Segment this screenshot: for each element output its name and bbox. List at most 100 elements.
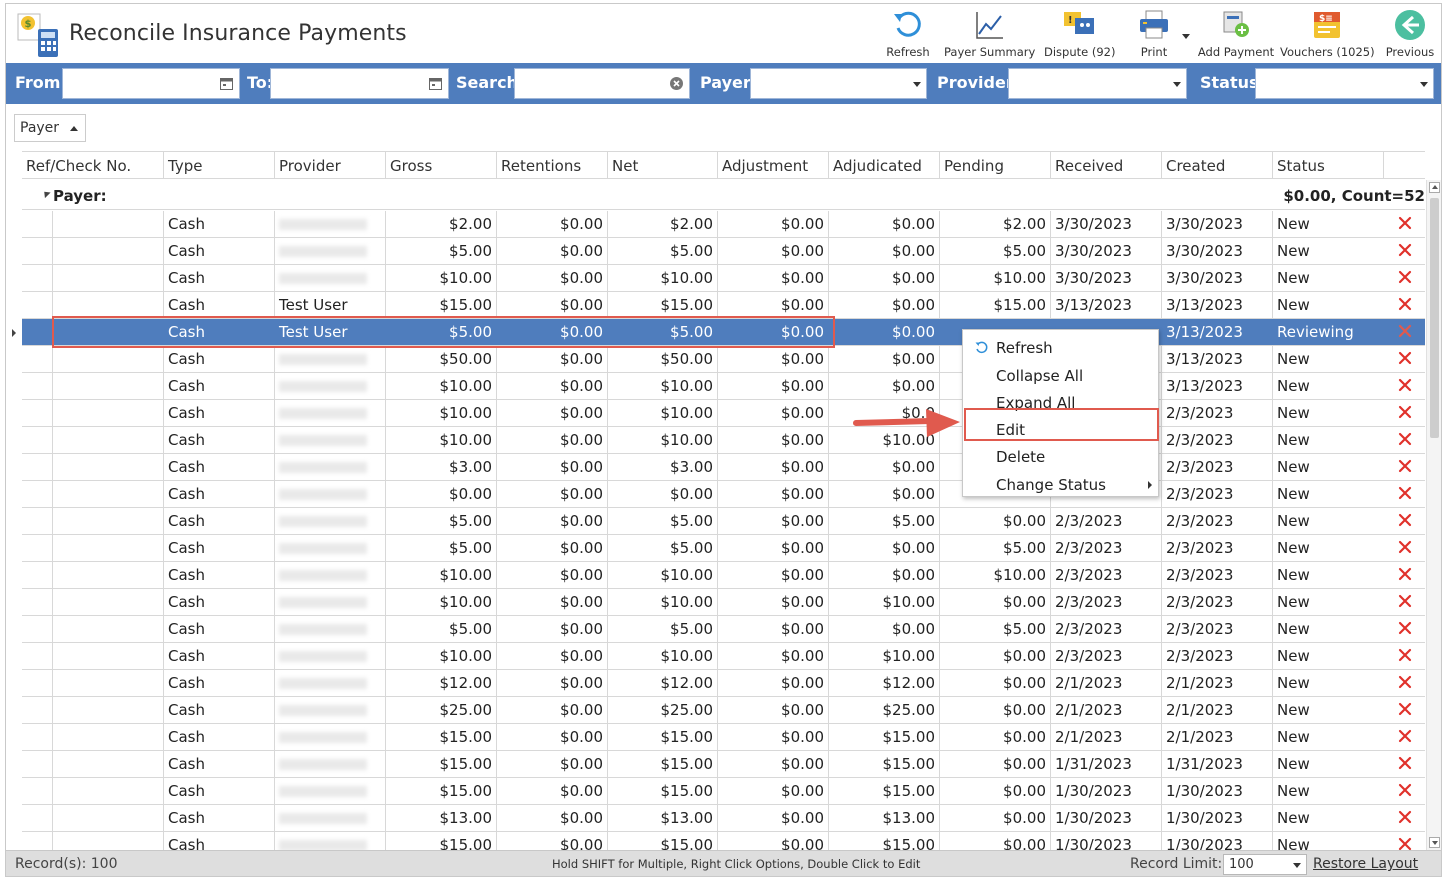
previous-button[interactable]: Previous — [1384, 4, 1436, 62]
column-header-adjud[interactable]: Adjudicated — [828, 152, 939, 179]
provider-select[interactable] — [1008, 68, 1187, 99]
cell-adjud: $0.00 — [828, 481, 939, 507]
delete-icon[interactable] — [1398, 216, 1412, 230]
delete-icon[interactable] — [1398, 810, 1412, 824]
table-row[interactable]: Cash $15.00 $0.00 $15.00 $0.00 $15.00 $0.00 1/3… — [22, 832, 1425, 850]
delete-icon[interactable] — [1398, 405, 1412, 419]
collapse-group-icon[interactable] — [41, 188, 51, 199]
column-header-recv[interactable]: Received — [1050, 152, 1161, 179]
column-header-ret[interactable]: Retentions — [496, 152, 607, 179]
delete-icon[interactable] — [1398, 783, 1412, 797]
table-row[interactable]: Cash $10.00 $0.00 $10.00 $0.00 $0.00 $10.00 2/3… — [22, 562, 1425, 589]
cell-net: $2.00 — [607, 211, 717, 237]
cell-recv: 1/31/2023 — [1050, 751, 1161, 777]
scroll-down-icon[interactable] — [1429, 837, 1440, 848]
column-header-ref[interactable]: Ref/Check No. — [22, 152, 163, 179]
column-header-net[interactable]: Net — [607, 152, 717, 179]
delete-icon[interactable] — [1398, 702, 1412, 716]
print-dropdown-icon[interactable] — [1182, 34, 1190, 39]
record-limit-select[interactable]: 100 — [1223, 854, 1307, 875]
delete-icon[interactable] — [1398, 459, 1412, 473]
column-header-gross[interactable]: Gross — [385, 152, 496, 179]
payer-select[interactable] — [750, 68, 927, 99]
calendar-icon[interactable] — [219, 76, 234, 91]
table-row[interactable]: Cash $10.00 $0.00 $10.00 $0.00 $0.00 3/13/2023… — [22, 373, 1425, 400]
delete-icon[interactable] — [1398, 540, 1412, 554]
vouchers-button[interactable]: $≡ Vouchers (1025) — [1280, 4, 1375, 62]
dispute-icon: ! — [1064, 12, 1094, 34]
delete-icon[interactable] — [1398, 324, 1412, 338]
search-input[interactable] — [515, 69, 689, 98]
menu-item-delete[interactable]: Delete — [963, 443, 1158, 470]
menu-item-collapse-all[interactable]: Collapse All — [963, 362, 1158, 389]
table-row[interactable]: Cash $5.00 $0.00 $5.00 $0.00 $0.00 $5.00 2/3/20… — [22, 616, 1425, 643]
delete-icon[interactable] — [1398, 351, 1412, 365]
table-row[interactable]: Cash $25.00 $0.00 $25.00 $0.00 $25.00 $0.00 2/1… — [22, 697, 1425, 724]
table-row[interactable]: Cash $2.00 $0.00 $2.00 $0.00 $0.00 $2.00 3/30/2… — [22, 211, 1425, 238]
menu-item-change-status[interactable]: Change Status — [963, 471, 1158, 498]
table-row[interactable]: Cash $15.00 $0.00 $15.00 $0.00 $15.00 $0.00 2/1… — [22, 724, 1425, 751]
cell-net: $5.00 — [607, 508, 717, 534]
delete-icon[interactable] — [1398, 432, 1412, 446]
delete-icon[interactable] — [1398, 621, 1412, 635]
delete-icon[interactable] — [1398, 837, 1412, 850]
delete-icon[interactable] — [1398, 756, 1412, 770]
table-row[interactable]: Cash $10.00 $0.00 $10.00 $0.00 $10.00 $0.00 2/3… — [22, 589, 1425, 616]
redacted-provider — [279, 624, 367, 635]
to-date-input[interactable] — [271, 69, 448, 98]
to-date-field[interactable] — [270, 68, 449, 99]
delete-icon[interactable] — [1398, 243, 1412, 257]
delete-icon[interactable] — [1398, 675, 1412, 689]
status-select[interactable] — [1255, 68, 1434, 99]
table-row[interactable]: Cash $13.00 $0.00 $13.00 $0.00 $13.00 $0.00 1/3… — [22, 805, 1425, 832]
from-date-field[interactable] — [62, 68, 240, 99]
table-row[interactable]: Cash $15.00 $0.00 $15.00 $0.00 $15.00 $0.00 1/3… — [22, 751, 1425, 778]
table-row[interactable]: Cash $0.00 $0.00 $0.00 $0.00 $0.00 2/3/2023 New — [22, 481, 1425, 508]
clear-search-icon[interactable] — [669, 76, 684, 91]
table-row[interactable]: Cash $5.00 $0.00 $5.00 $0.00 $5.00 $0.00 2/3/20… — [22, 508, 1425, 535]
group-row-payer[interactable]: Payer: $0.00, Count=52 — [22, 180, 1425, 210]
add-payment-button[interactable]: Add Payment — [1196, 4, 1276, 62]
delete-icon[interactable] — [1398, 270, 1412, 284]
delete-icon[interactable] — [1398, 567, 1412, 581]
sort-ascending-icon[interactable] — [70, 126, 78, 131]
vertical-scrollbar[interactable] — [1426, 180, 1441, 850]
cell-pend: $0.00 — [939, 697, 1050, 723]
delete-icon[interactable] — [1398, 513, 1412, 527]
delete-icon[interactable] — [1398, 648, 1412, 662]
column-header-provider[interactable]: Provider — [274, 152, 385, 179]
table-row[interactable]: Cash $5.00 $0.00 $5.00 $0.00 $0.00 $5.00 3/30/2… — [22, 238, 1425, 265]
table-row[interactable]: Cash $10.00 $0.00 $10.00 $0.00 $10.00 2/3/2023… — [22, 427, 1425, 454]
table-row[interactable]: Cash $10.00 $0.00 $10.00 $0.00 $0.0 2/3/2023 Ne… — [22, 400, 1425, 427]
table-row[interactable]: Cash $15.00 $0.00 $15.00 $0.00 $15.00 $0.00 1/3… — [22, 778, 1425, 805]
column-header-type[interactable]: Type — [163, 152, 274, 179]
column-header-status[interactable]: Status — [1272, 152, 1383, 179]
table-row[interactable]: Cash $50.00 $0.00 $50.00 $0.00 $0.00 3/13/2023… — [22, 346, 1425, 373]
menu-item-refresh[interactable]: Refresh — [963, 334, 1158, 361]
column-header-adj[interactable]: Adjustment — [717, 152, 828, 179]
calendar-icon[interactable] — [428, 76, 443, 91]
print-button[interactable]: Print — [1130, 4, 1178, 62]
column-header-pend[interactable]: Pending — [939, 152, 1050, 179]
delete-icon[interactable] — [1398, 378, 1412, 392]
delete-icon[interactable] — [1398, 729, 1412, 743]
refresh-button[interactable]: Refresh — [884, 4, 932, 62]
from-date-input[interactable] — [63, 69, 239, 98]
scroll-thumb[interactable] — [1430, 198, 1439, 438]
group-by-payer-chip[interactable]: Payer — [14, 114, 86, 142]
restore-layout-link[interactable]: Restore Layout — [1313, 856, 1418, 872]
table-row[interactable]: Cash $10.00 $0.00 $10.00 $0.00 $0.00 $10.00 3/3… — [22, 265, 1425, 292]
dispute-button[interactable]: ! Dispute (92) — [1044, 4, 1115, 62]
delete-icon[interactable] — [1398, 297, 1412, 311]
payer-summary-button[interactable]: Payer Summary — [944, 4, 1035, 62]
search-field[interactable] — [514, 68, 690, 99]
delete-icon[interactable] — [1398, 594, 1412, 608]
table-row[interactable]: Cash $12.00 $0.00 $12.00 $0.00 $12.00 $0.00 2/1… — [22, 670, 1425, 697]
delete-icon[interactable] — [1398, 486, 1412, 500]
table-row[interactable]: Cash $3.00 $0.00 $3.00 $0.00 $0.00 2/3/2023 New — [22, 454, 1425, 481]
scroll-up-icon[interactable] — [1429, 182, 1440, 193]
table-row[interactable]: Cash Test User $15.00 $0.00 $15.00 $0.00 $0.00… — [22, 292, 1425, 319]
table-row[interactable]: Cash $5.00 $0.00 $5.00 $0.00 $0.00 $5.00 2/3/20… — [22, 535, 1425, 562]
column-header-created[interactable]: Created — [1161, 152, 1272, 179]
table-row[interactable]: Cash $10.00 $0.00 $10.00 $0.00 $10.00 $0.00 2/3… — [22, 643, 1425, 670]
